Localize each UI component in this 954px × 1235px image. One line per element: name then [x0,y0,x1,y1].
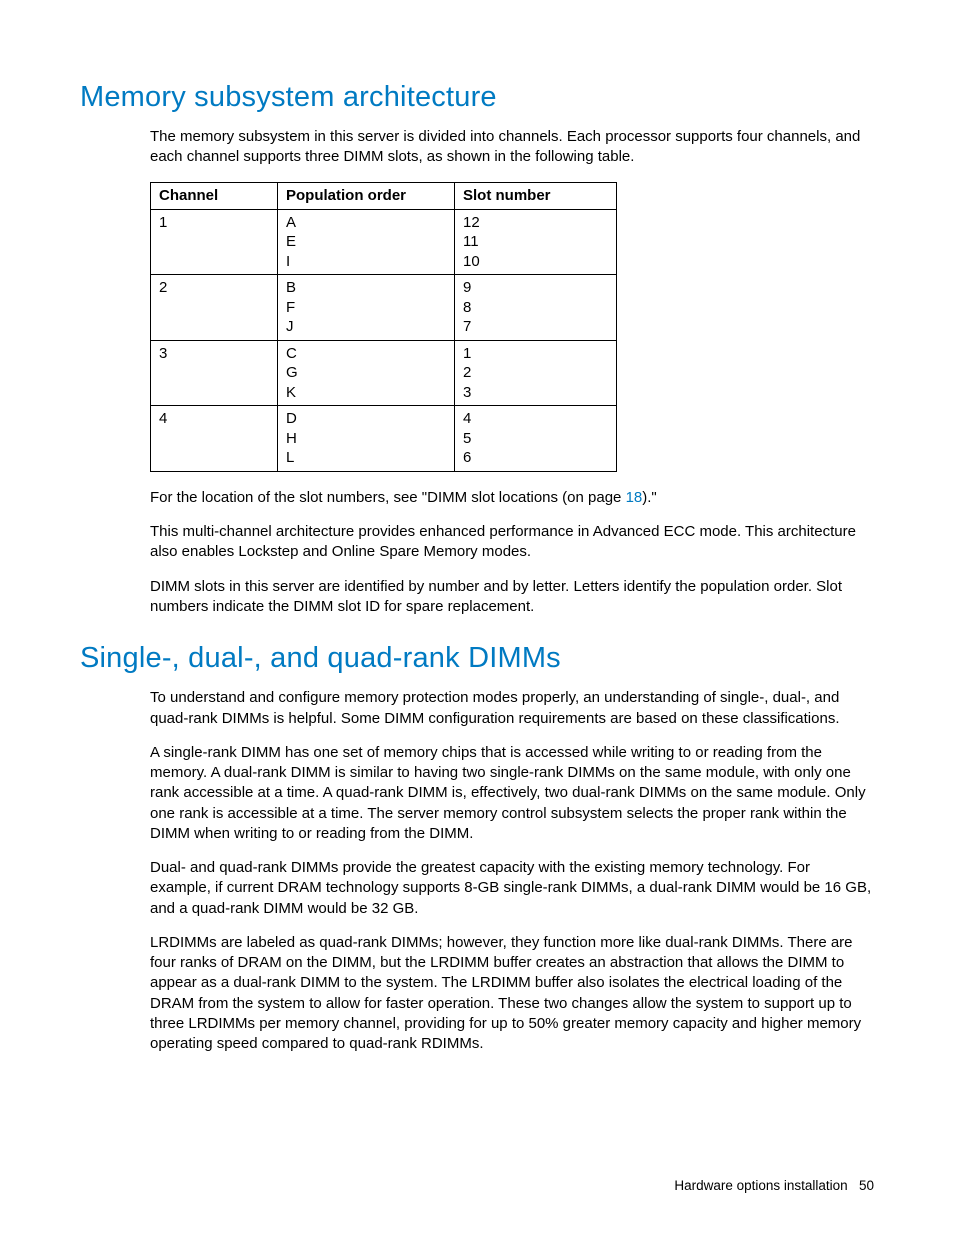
section2-p1: To understand and configure memory prote… [150,688,874,729]
pop-value: F [286,298,446,318]
table-row: 4 D H L 4 5 6 [151,406,617,472]
section1-p2: This multi-channel architecture provides… [150,522,874,563]
cell-slot: 9 8 7 [455,275,617,341]
pop-value: G [286,363,446,383]
location-post: )." [642,489,657,506]
table-row: 1 A E I 12 11 10 [151,209,617,275]
pop-value: D [286,409,446,429]
slot-value: 8 [463,298,608,318]
section2-p2: A single-rank DIMM has one set of memory… [150,743,874,844]
footer-text: Hardware options installation [674,1178,847,1193]
pop-value: L [286,448,446,468]
pop-value: E [286,232,446,252]
cell-channel: 1 [151,209,278,275]
section2-p3: Dual- and quad-rank DIMMs provide the gr… [150,858,874,919]
pop-value: J [286,317,446,337]
location-pre: For the location of the slot numbers, se… [150,489,626,506]
pop-value: B [286,278,446,298]
cell-channel: 4 [151,406,278,472]
section1-location-note: For the location of the slot numbers, se… [150,488,874,508]
page: Memory subsystem architecture The memory… [0,0,954,1235]
section1-intro: The memory subsystem in this server is d… [150,127,874,168]
cell-pop: A E I [278,209,455,275]
pop-value: K [286,383,446,403]
channel-table: Channel Population order Slot number 1 A… [150,182,617,472]
slot-value: 10 [463,252,608,272]
cell-slot: 4 5 6 [455,406,617,472]
pop-value: C [286,344,446,364]
pop-value: I [286,252,446,272]
th-channel: Channel [151,182,278,209]
section1-body: The memory subsystem in this server is d… [150,127,874,617]
slot-value: 7 [463,317,608,337]
section2-body: To understand and configure memory prote… [150,688,874,1054]
cell-slot: 1 2 3 [455,340,617,406]
heading-memory-subsystem: Memory subsystem architecture [80,78,874,117]
section1-p3: DIMM slots in this server are identified… [150,577,874,618]
cell-slot: 12 11 10 [455,209,617,275]
cell-pop: D H L [278,406,455,472]
cell-pop: B F J [278,275,455,341]
slot-value: 5 [463,429,608,449]
slot-value: 4 [463,409,608,429]
footer-page-number: 50 [859,1178,874,1193]
cell-channel: 3 [151,340,278,406]
slot-value: 9 [463,278,608,298]
slot-value: 12 [463,213,608,233]
pop-value: H [286,429,446,449]
slot-value: 2 [463,363,608,383]
slot-value: 3 [463,383,608,403]
page-footer: Hardware options installation 50 [674,1177,874,1195]
heading-rank-dimms: Single-, dual-, and quad-rank DIMMs [80,639,874,678]
page-link-18[interactable]: 18 [626,489,643,506]
cell-pop: C G K [278,340,455,406]
section2-p4: LRDIMMs are labeled as quad-rank DIMMs; … [150,933,874,1055]
th-population: Population order [278,182,455,209]
slot-value: 11 [463,232,608,252]
slot-value: 1 [463,344,608,364]
pop-value: A [286,213,446,233]
slot-value: 6 [463,448,608,468]
th-slot: Slot number [455,182,617,209]
table-row: 3 C G K 1 2 3 [151,340,617,406]
table-header-row: Channel Population order Slot number [151,182,617,209]
cell-channel: 2 [151,275,278,341]
table-row: 2 B F J 9 8 7 [151,275,617,341]
